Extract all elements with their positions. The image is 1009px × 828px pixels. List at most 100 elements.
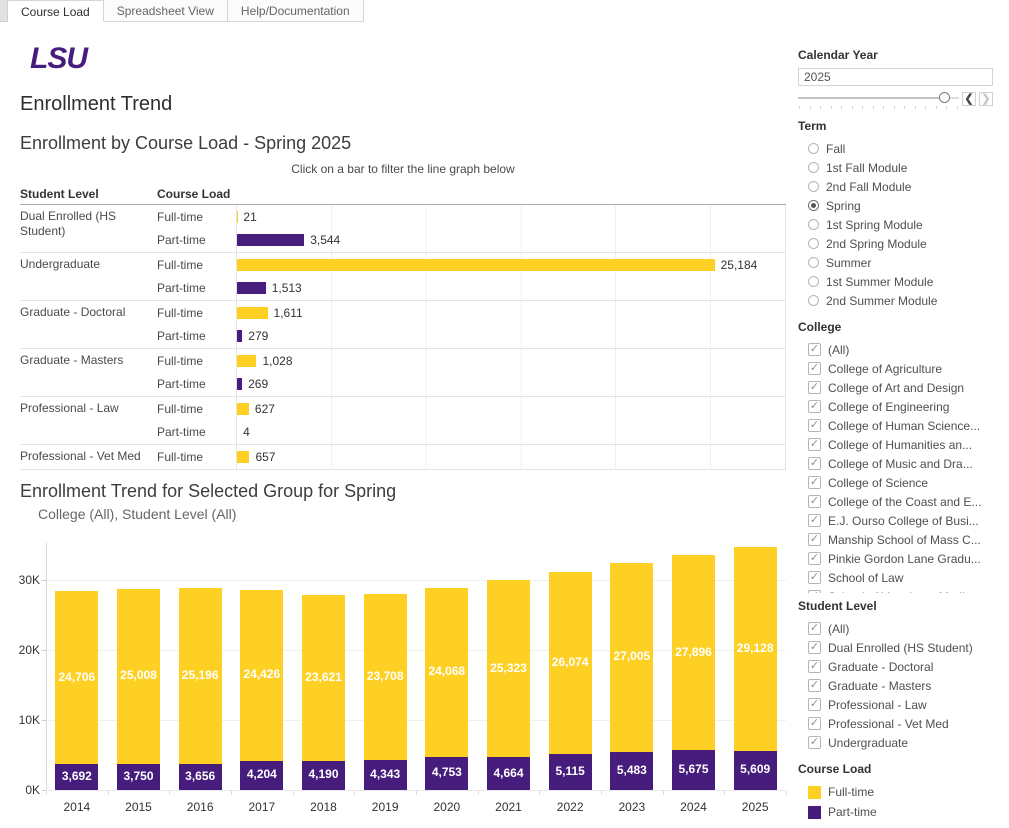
- term-option-1st-fall-module[interactable]: 1st Fall Module: [798, 158, 993, 177]
- x-axis-tick: [416, 791, 417, 795]
- radio-icon[interactable]: [808, 238, 819, 249]
- slider-track[interactable]: [798, 92, 959, 103]
- radio-icon[interactable]: [808, 143, 819, 154]
- bar-dual-enrolled-hs-student-part-time[interactable]: [237, 234, 304, 246]
- checkbox-icon[interactable]: ✓: [808, 660, 821, 673]
- bar-graduate-doctoral-full-time[interactable]: [237, 307, 268, 319]
- checkbox-icon[interactable]: ✓: [808, 381, 821, 394]
- college-option-label: College of Humanities an...: [828, 438, 972, 452]
- legend-item-part-time[interactable]: Part-time: [798, 802, 993, 822]
- term-option-label: Summer: [826, 256, 871, 270]
- checkbox-icon[interactable]: ✓: [808, 590, 821, 593]
- checkbox-icon[interactable]: ✓: [808, 438, 821, 451]
- bar-value-label: 1,611: [274, 306, 303, 320]
- bar-undergraduate-full-time[interactable]: [237, 259, 715, 271]
- bar-area: 1,611: [236, 301, 786, 325]
- full-time-value-label: 29,128: [725, 641, 785, 655]
- checkbox-icon[interactable]: ✓: [808, 400, 821, 413]
- tab-course-load[interactable]: Course Load: [8, 0, 104, 22]
- checkbox-icon[interactable]: ✓: [808, 362, 821, 375]
- checkbox-icon[interactable]: ✓: [808, 717, 821, 730]
- checkbox-icon[interactable]: ✓: [808, 495, 821, 508]
- slider-next-button[interactable]: ❯: [979, 92, 993, 106]
- college-option-college-of-human-science[interactable]: ✓College of Human Science...: [798, 416, 993, 435]
- checkbox-icon[interactable]: ✓: [808, 698, 821, 711]
- legend-item-full-time[interactable]: Full-time: [798, 782, 993, 802]
- trend-chart: 0K10K20K30K24,7063,692201425,0083,750201…: [0, 525, 790, 817]
- bar-professional-law-full-time[interactable]: [237, 403, 249, 415]
- bar-graduate-masters-part-time[interactable]: [237, 378, 242, 390]
- filter-sidebar: Calendar Year ❮ ❯ Term Fall1st Fall Modu…: [790, 22, 1009, 828]
- radio-icon[interactable]: [808, 295, 819, 306]
- student-level-option-graduate-doctoral[interactable]: ✓Graduate - Doctoral: [798, 657, 993, 676]
- radio-icon[interactable]: [808, 276, 819, 287]
- checkbox-icon[interactable]: ✓: [808, 736, 821, 749]
- term-option-summer[interactable]: Summer: [798, 253, 993, 272]
- bar-value-label: 21: [243, 210, 256, 224]
- college-option-college-of-engineering[interactable]: ✓College of Engineering: [798, 397, 993, 416]
- dashboard-main-area: LSU Enrollment Trend Enrollment by Cours…: [0, 22, 790, 828]
- college-option-college-of-science[interactable]: ✓College of Science: [798, 473, 993, 492]
- term-option-1st-summer-module[interactable]: 1st Summer Module: [798, 272, 993, 291]
- student-level-option-all[interactable]: ✓(All): [798, 619, 993, 638]
- bar-area: 21: [236, 205, 786, 229]
- term-option-2nd-spring-module[interactable]: 2nd Spring Module: [798, 234, 993, 253]
- calendar-year-input[interactable]: [798, 68, 993, 86]
- course-load-row: Part-time1,513: [157, 277, 786, 301]
- checkbox-icon[interactable]: ✓: [808, 514, 821, 527]
- checkbox-icon[interactable]: ✓: [808, 533, 821, 546]
- radio-icon[interactable]: [808, 200, 819, 211]
- tab-spreadsheet-view[interactable]: Spreadsheet View: [104, 0, 228, 22]
- radio-icon[interactable]: [808, 219, 819, 230]
- college-option-college-of-art-and-design[interactable]: ✓College of Art and Design: [798, 378, 993, 397]
- part-time-value-label: 3,750: [109, 769, 169, 783]
- bar-graduate-masters-full-time[interactable]: [237, 355, 256, 367]
- checkbox-icon[interactable]: ✓: [808, 571, 821, 584]
- term-option-label: 2nd Spring Module: [826, 237, 927, 251]
- college-option-college-of-the-coast-and-e[interactable]: ✓College of the Coast and E...: [798, 492, 993, 511]
- college-option-college-of-humanities-an[interactable]: ✓ College of Humanities an...: [798, 435, 993, 454]
- student-level-group-graduate-masters: Graduate - MastersFull-time1,028Part-tim…: [20, 349, 786, 397]
- radio-icon[interactable]: [808, 162, 819, 173]
- student-level-option-professional-law[interactable]: ✓Professional - Law: [798, 695, 993, 714]
- checkbox-icon[interactable]: ✓: [808, 622, 821, 635]
- checkbox-icon[interactable]: ✓: [808, 457, 821, 470]
- college-option-school-of-veterinary-medi[interactable]: ✓School of Veterinary Medi...: [798, 587, 993, 593]
- page-title: Enrollment Trend: [20, 93, 172, 116]
- full-time-value-label: 25,196: [170, 668, 230, 682]
- student-level-option-dual-enrolled-hs-student[interactable]: ✓Dual Enrolled (HS Student): [798, 638, 993, 657]
- college-option-pinkie-gordon-lane-gradu[interactable]: ✓Pinkie Gordon Lane Gradu...: [798, 549, 993, 568]
- slider-prev-button[interactable]: ❮: [962, 92, 976, 106]
- student-level-option-undergraduate[interactable]: ✓Undergraduate: [798, 733, 993, 752]
- college-option-school-of-law[interactable]: ✓School of Law: [798, 568, 993, 587]
- bar-graduate-doctoral-part-time[interactable]: [237, 330, 242, 342]
- checkbox-icon[interactable]: ✓: [808, 476, 821, 489]
- slider-knob[interactable]: [939, 92, 950, 103]
- bar-area: 1,513: [236, 277, 786, 301]
- bar-professional-vet-med-full-time[interactable]: [237, 451, 249, 463]
- college-option-college-of-music-and-dra[interactable]: ✓College of Music and Dra...: [798, 454, 993, 473]
- term-option-2nd-summer-module[interactable]: 2nd Summer Module: [798, 291, 993, 310]
- x-axis-tick: [354, 791, 355, 795]
- college-option-e-j-ourso-college-of-busi[interactable]: ✓E.J. Ourso College of Busi...: [798, 511, 993, 530]
- term-option-2nd-fall-module[interactable]: 2nd Fall Module: [798, 177, 993, 196]
- term-option-1st-spring-module[interactable]: 1st Spring Module: [798, 215, 993, 234]
- radio-icon[interactable]: [808, 257, 819, 268]
- student-level-option-professional-vet-med[interactable]: ✓Professional - Vet Med: [798, 714, 993, 733]
- college-option-manship-school-of-mass-c[interactable]: ✓Manship School of Mass C...: [798, 530, 993, 549]
- bar-area: 3,544: [236, 229, 786, 253]
- checkbox-icon[interactable]: ✓: [808, 679, 821, 692]
- tab-help-documentation[interactable]: Help/Documentation: [228, 0, 364, 22]
- term-option-spring[interactable]: Spring: [798, 196, 993, 215]
- bar-undergraduate-part-time[interactable]: [237, 282, 266, 294]
- student-level-option-graduate-masters[interactable]: ✓Graduate - Masters: [798, 676, 993, 695]
- radio-icon[interactable]: [808, 181, 819, 192]
- checkbox-icon[interactable]: ✓: [808, 552, 821, 565]
- part-time-value-label: 5,609: [725, 762, 785, 776]
- college-option-all[interactable]: ✓(All): [798, 340, 993, 359]
- checkbox-icon[interactable]: ✓: [808, 419, 821, 432]
- college-option-college-of-agriculture[interactable]: ✓College of Agriculture: [798, 359, 993, 378]
- checkbox-icon[interactable]: ✓: [808, 641, 821, 654]
- term-option-fall[interactable]: Fall: [798, 139, 993, 158]
- checkbox-icon[interactable]: ✓: [808, 343, 821, 356]
